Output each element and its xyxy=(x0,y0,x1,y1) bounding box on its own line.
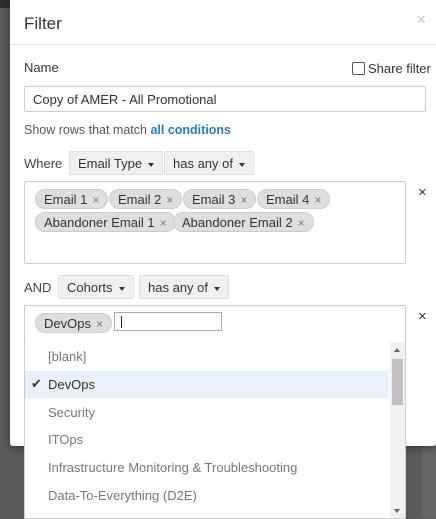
value-tag: Email 3 × xyxy=(183,189,257,209)
remove-condition-1-icon[interactable]: × xyxy=(418,184,427,201)
option-label: Data-To-Everything (D2E) xyxy=(48,488,197,503)
remove-condition-2-icon[interactable]: × xyxy=(418,308,427,325)
remove-tag-icon[interactable]: × xyxy=(298,216,305,230)
share-filter-checkbox[interactable] xyxy=(352,62,365,75)
condition-2-field-select[interactable]: Cohorts xyxy=(58,275,134,299)
dropdown-option[interactable]: ITOps xyxy=(25,426,389,453)
dropdown-option-selected[interactable]: ✔ DevOps xyxy=(25,371,389,398)
scroll-up-icon[interactable] xyxy=(394,348,400,352)
condition-2-search-input[interactable] xyxy=(114,312,222,331)
condition-2-operator-select[interactable]: has any of xyxy=(139,275,229,299)
text-cursor xyxy=(121,316,122,328)
value-tag: DevOps × xyxy=(35,313,112,333)
dropdown-option[interactable]: [blank] xyxy=(25,343,389,370)
option-label: Security xyxy=(48,405,95,420)
chevron-down-icon xyxy=(239,162,245,167)
modal-header: Filter × xyxy=(10,0,436,45)
dropdown-option[interactable]: Infrastructure Monitoring & Troubleshoot… xyxy=(25,454,389,481)
value-tag: Abandoner Email 1 × xyxy=(35,212,176,232)
tag-label: Abandoner Email 2 xyxy=(182,215,293,230)
option-label: Infrastructure Monitoring & Troubleshoot… xyxy=(48,460,298,475)
tag-label: Email 1 xyxy=(44,192,88,207)
tag-label: Abandoner Email 1 xyxy=(44,215,155,230)
share-filter-toggle[interactable]: Share filter xyxy=(352,61,431,76)
condition-1-field-select[interactable]: Email Type xyxy=(69,151,164,175)
scrollbar-thumb[interactable] xyxy=(392,359,403,405)
match-prefix: Show rows that match xyxy=(24,123,151,137)
condition-1-operator-select[interactable]: has any of xyxy=(164,151,254,175)
condition-1-operator-value: has any of xyxy=(173,156,233,171)
remove-tag-icon[interactable]: × xyxy=(160,216,167,230)
dropdown-scrollbar[interactable] xyxy=(390,342,405,518)
tag-label: DevOps xyxy=(44,316,91,331)
condition-2-field-value: Cohorts xyxy=(67,280,113,295)
close-icon[interactable]: × xyxy=(416,10,426,30)
tag-label: Email 2 xyxy=(118,192,162,207)
name-label: Name xyxy=(24,60,59,75)
share-filter-label: Share filter xyxy=(368,61,431,76)
dropdown-option[interactable]: Data-To-Everything (D2E) xyxy=(25,482,389,509)
value-tag: Email 4 × xyxy=(257,189,331,209)
match-description: Show rows that match all conditions xyxy=(24,123,231,137)
remove-tag-icon[interactable]: × xyxy=(96,317,103,331)
scroll-down-icon[interactable] xyxy=(394,509,400,513)
tag-label: Email 3 xyxy=(192,192,236,207)
chevron-down-icon xyxy=(118,286,125,291)
cohorts-options-dropdown: [blank] ✔ DevOps Security ITOps Infrastru… xyxy=(24,342,406,519)
modal-title: Filter xyxy=(24,14,62,33)
option-label: [blank] xyxy=(48,349,87,364)
remove-tag-icon[interactable]: × xyxy=(166,193,173,207)
value-tag: Email 1 × xyxy=(35,189,109,209)
chevron-down-icon xyxy=(148,162,155,167)
condition-2-label: AND xyxy=(24,280,52,295)
chevron-down-icon xyxy=(214,286,220,291)
condition-1-values-box[interactable]: Email 1 × Email 2 × Email 3 × Email 4 × Aban… xyxy=(24,181,406,264)
value-tag: Email 2 × xyxy=(109,189,183,209)
checkmark-icon: ✔ xyxy=(31,376,42,391)
condition-1-label: Where xyxy=(24,156,63,171)
condition-1-field-value: Email Type xyxy=(78,156,143,171)
remove-tag-icon[interactable]: × xyxy=(240,193,247,207)
remove-tag-icon[interactable]: × xyxy=(314,193,321,207)
tag-label: Email 4 xyxy=(266,192,310,207)
remove-tag-icon[interactable]: × xyxy=(92,193,99,207)
filter-name-input[interactable]: Copy of AMER - All Promotional xyxy=(24,86,426,112)
match-mode-link[interactable]: all conditions xyxy=(150,123,231,137)
option-label: DevOps xyxy=(48,377,95,392)
dropdown-option[interactable]: Security xyxy=(25,399,389,426)
condition-2-operator-value: has any of xyxy=(148,280,208,295)
value-tag: Abandoner Email 2 × xyxy=(173,212,314,232)
option-label: ITOps xyxy=(48,432,84,447)
